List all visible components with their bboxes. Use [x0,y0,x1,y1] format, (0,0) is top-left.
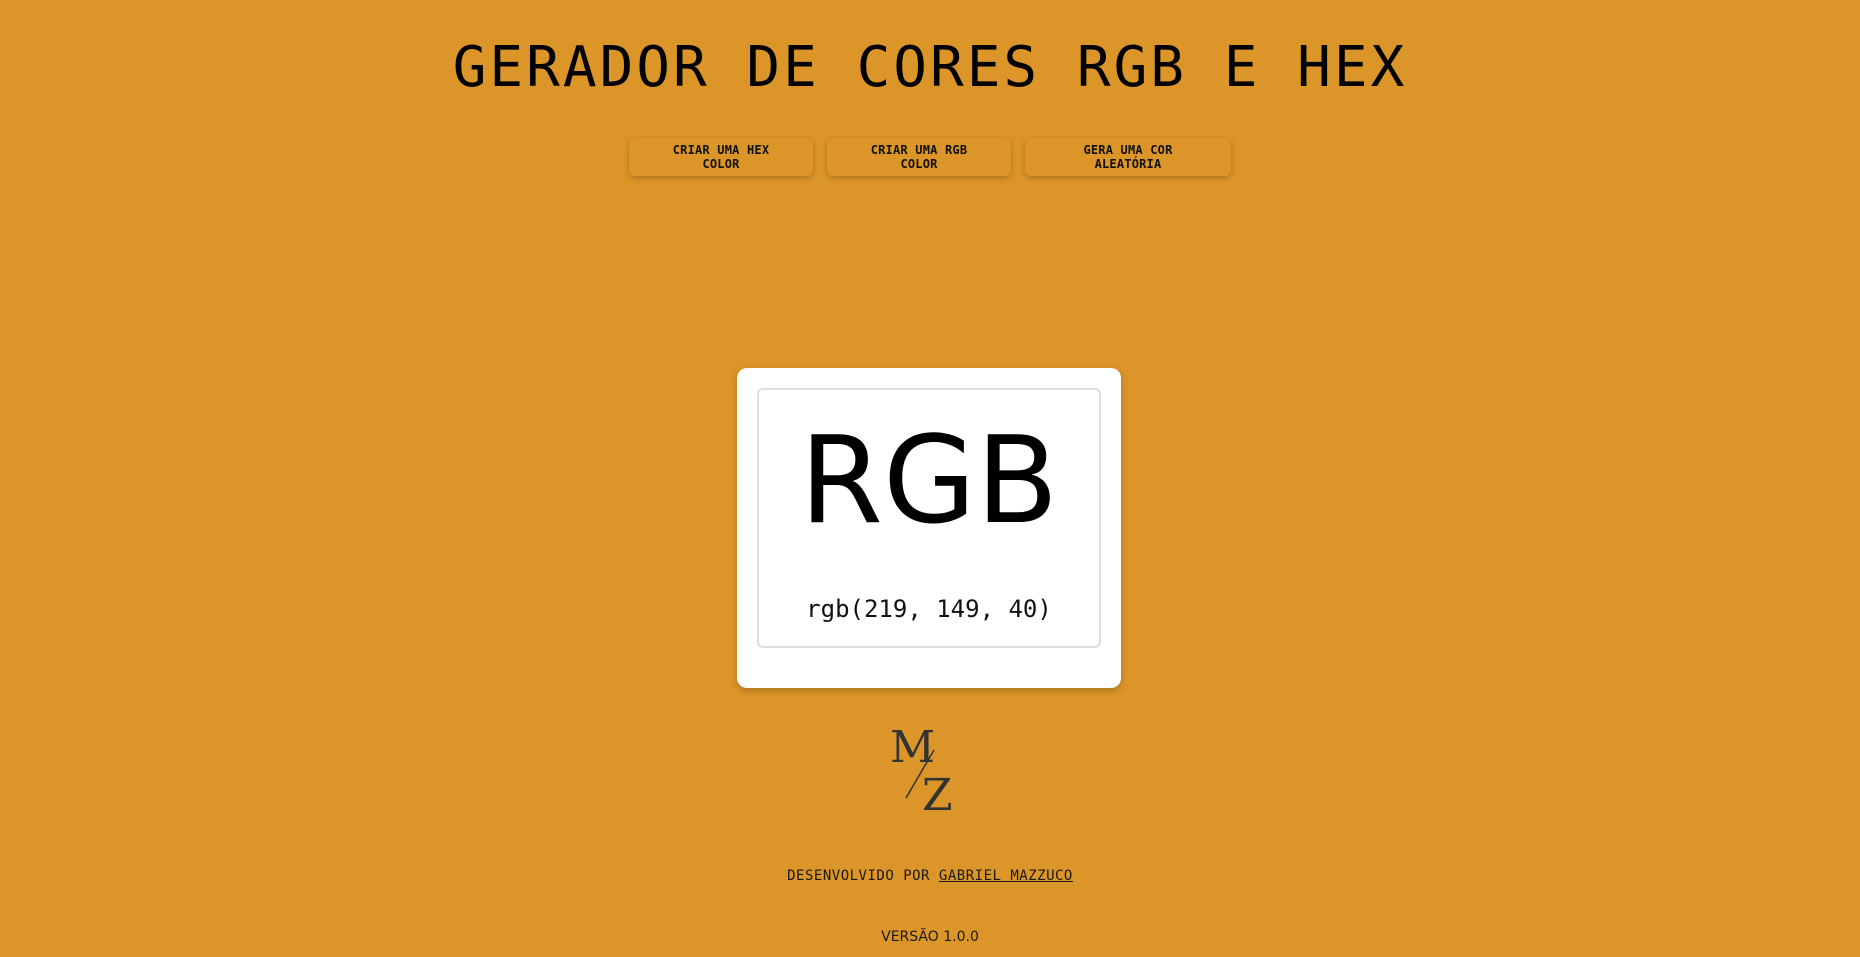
create-rgb-button[interactable]: CRIAR UMA RGB COLOR [827,138,1011,176]
footer-credit: DESENVOLVIDO POR GABRIEL MAZZUCO [0,868,1860,884]
svg-text:M: M [890,724,935,773]
author-link[interactable]: GABRIEL MAZZUCO [939,868,1073,884]
color-value[interactable]: rgb(219, 149, 40) [759,594,1099,624]
version-label: VERSÃO 1.0.0 [881,929,979,945]
create-hex-button[interactable]: CRIAR UMA HEX COLOR [629,138,813,176]
page-title: GERADOR DE CORES RGB E HEX [452,35,1408,100]
credit-prefix: DESENVOLVIDO POR [787,868,930,884]
color-display: RGB rgb(219, 149, 40) [757,388,1101,648]
color-mode-label: RGB [799,412,1059,551]
mz-logo: M Z [890,724,953,814]
svg-text:Z: Z [922,770,953,814]
color-card: RGB rgb(219, 149, 40) [737,368,1121,688]
action-buttons: CRIAR UMA HEX COLOR CRIAR UMA RGB COLOR … [0,138,1860,176]
random-color-button[interactable]: GERA UMA COR ALEATÓRIA [1025,138,1231,176]
